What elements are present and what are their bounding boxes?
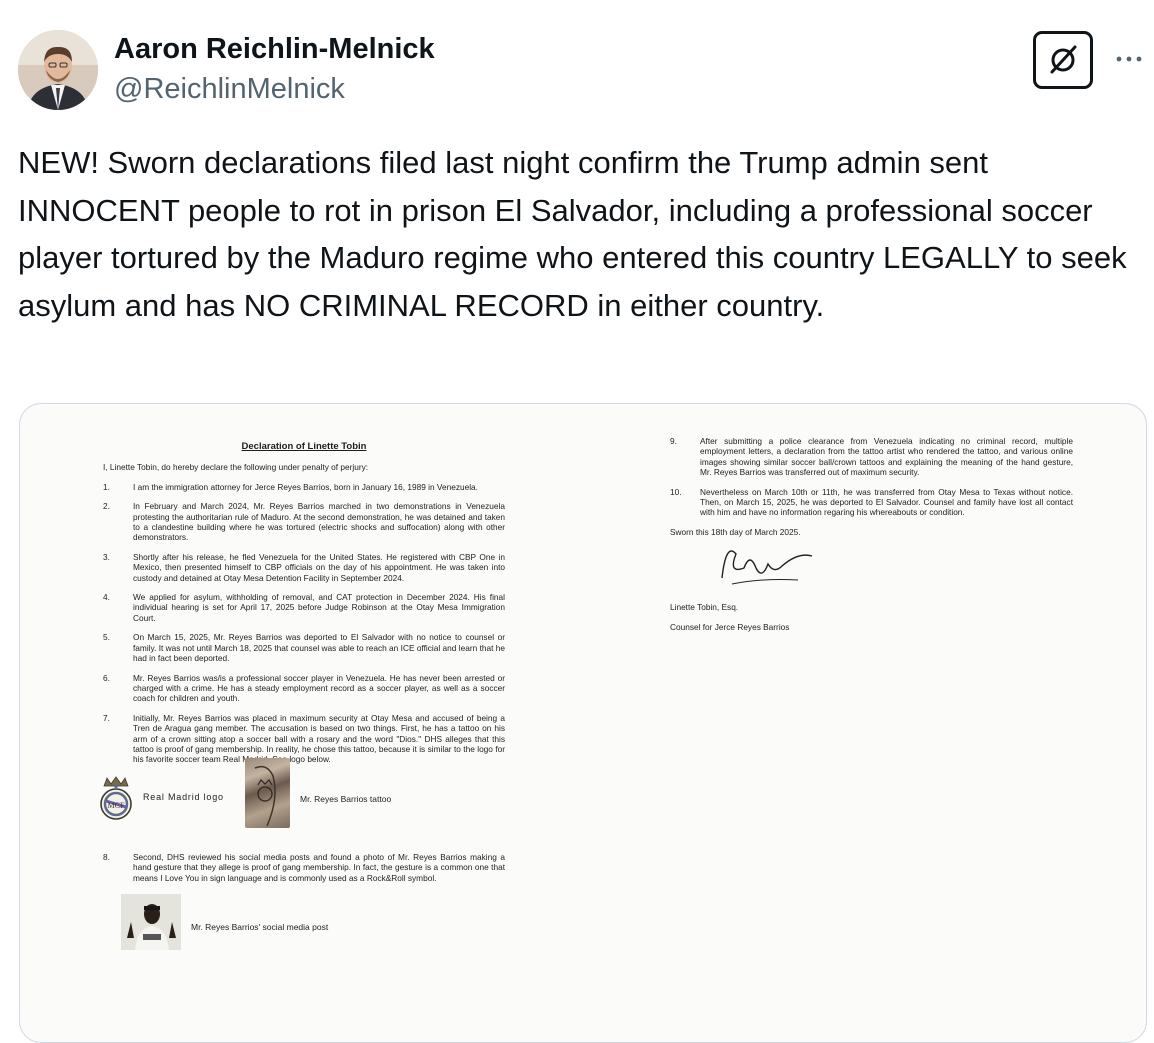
tweet-media-image[interactable]: Declaration of Linette Tobin I, Linette …: [19, 403, 1147, 1043]
paragraph-number: 5.: [103, 632, 110, 643]
paragraph-text: After submitting a police clearance from…: [700, 436, 1073, 478]
social-media-photo: [121, 893, 181, 950]
paragraph-number: 10.: [670, 486, 682, 497]
document-paragraph: 1. I am the immigration attorney for Jer…: [103, 482, 505, 492]
real-madrid-crest-icon: MCF: [100, 776, 132, 820]
more-horizontal-icon: [1116, 56, 1142, 62]
svg-text:MCF: MCF: [108, 801, 125, 810]
paragraph-text: Second, DHS reviewed his social media po…: [133, 851, 505, 883]
author-handle[interactable]: @ReichlinMelnick: [114, 72, 345, 106]
signer-name: Linette Tobin, Esq.: [670, 602, 739, 613]
profile-photo-icon: [18, 30, 98, 110]
grok-icon: [1050, 45, 1077, 74]
document-paragraph: 8. Second, DHS reviewed his social media…: [103, 852, 505, 883]
document-paragraph: 9. After submitting a police clearance f…: [670, 436, 1073, 478]
document-right-column: 9. After submitting a police clearance f…: [670, 436, 1073, 641]
social-media-label: Mr. Reyes Barrios' social media post: [191, 921, 329, 932]
paragraph-text: On March 15, 2025, Mr. Reyes Barrios was…: [133, 632, 505, 664]
document-left-column: Declaration of Linette Tobin I, Linette …: [100, 441, 505, 952]
handwritten-signature-icon: [721, 550, 813, 585]
document-title: Declaration of Linette Tobin: [241, 441, 367, 452]
paragraph-text: Mr. Reyes Barrios was/is a professional …: [133, 672, 505, 704]
tattoo-label: Mr. Reyes Barrios tattoo: [300, 793, 392, 804]
tweet-text: NEW! Sworn declarations filed last night…: [18, 145, 1127, 323]
grok-button[interactable]: [1033, 31, 1093, 89]
document-paragraph: 3. Shortly after his release, he fled Ve…: [103, 552, 505, 583]
paragraph-text: I am the immigration attorney for Jerce …: [133, 481, 478, 492]
document-paragraph: 6. Mr. Reyes Barrios was/is a profession…: [103, 673, 505, 704]
logo-comparison-row: MCF Real Madrid logo Mr. Reyes Barrios t…: [100, 757, 505, 842]
document-paragraph: 5. On March 15, 2025, Mr. Reyes Barrios …: [103, 632, 505, 663]
signature-area: [670, 546, 1073, 602]
document-paragraph: 7. Initially, Mr. Reyes Barrios was plac…: [103, 713, 505, 765]
paragraph-number: 2.: [103, 501, 110, 512]
more-options-button[interactable]: [1112, 42, 1146, 76]
paragraph-number: 7.: [103, 712, 110, 723]
paragraph-number: 1.: [103, 481, 110, 492]
paragraph-number: 9.: [670, 436, 677, 446]
tattoo-photo-image: [254, 765, 276, 827]
tattoo-photo: [245, 757, 290, 828]
author-name[interactable]: Aaron Reichlin-Melnick: [114, 32, 435, 66]
paragraph-text: Shortly after his release, he fled Venez…: [133, 551, 505, 583]
paragraph-number: 8.: [103, 851, 110, 862]
real-madrid-logo-label: Real Madrid logo: [143, 791, 224, 802]
author-avatar[interactable]: [18, 30, 98, 110]
declaration-document: Declaration of Linette Tobin I, Linette …: [20, 404, 1146, 1042]
paragraph-number: 4.: [103, 592, 110, 603]
paragraph-text: In February and March 2024, Mr. Reyes Ba…: [133, 501, 505, 543]
social-media-row: Mr. Reyes Barrios' social media post: [103, 892, 505, 952]
paragraph-text: Initially, Mr. Reyes Barrios was placed …: [133, 712, 505, 765]
document-paragraph: 4. We applied for asylum, withholding of…: [103, 592, 505, 623]
paragraph-text: We applied for asylum, withholding of re…: [133, 592, 505, 623]
paragraph-number: 3.: [103, 551, 110, 562]
document-intro: I, Linette Tobin, do hereby declare the …: [103, 462, 369, 473]
document-paragraph: 2. In February and March 2024, Mr. Reyes…: [103, 501, 505, 543]
paragraph-number: 6.: [103, 672, 110, 683]
document-paragraph: 10. Nevertheless on March 10th or 11th, …: [670, 487, 1073, 518]
social-media-photo-image: [121, 893, 181, 950]
signer-role: Counsel for Jerce Reyes Barrios: [670, 621, 790, 632]
paragraph-text: Nevertheless on March 10th or 11th, he w…: [700, 486, 1073, 518]
